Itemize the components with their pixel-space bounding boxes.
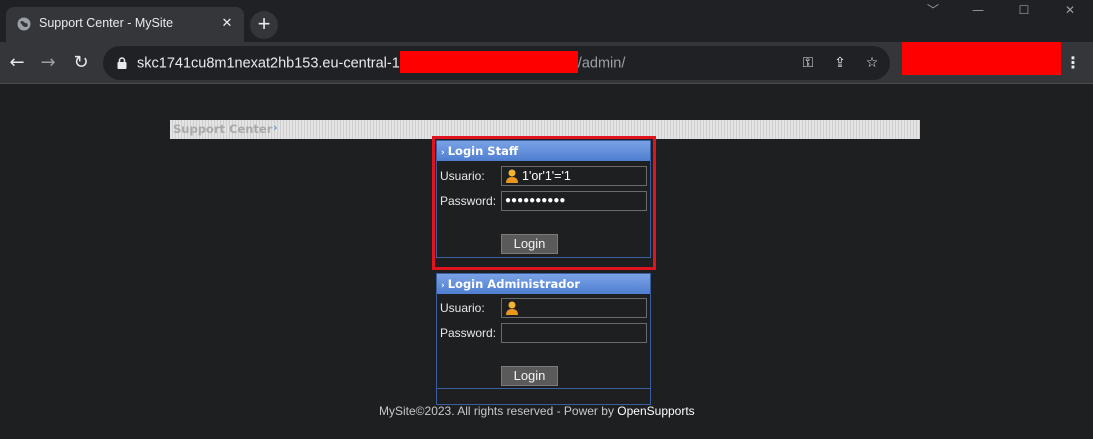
reload-icon[interactable]: ↻	[69, 51, 93, 75]
close-window-button[interactable]: ✕	[1047, 0, 1093, 22]
footer-brand-link[interactable]: OpenSupports	[617, 404, 694, 418]
header-arrow-icon: ›	[273, 121, 278, 134]
admin-login-header: › Login Administrador	[437, 274, 650, 294]
footer-text: MySite©2023. All rights reserved - Power…	[379, 404, 618, 418]
tab-strip: Support Center - MySite ✕ + ﹀ — ☐ ✕	[0, 0, 1093, 42]
profile-redaction	[902, 42, 1061, 75]
minimize-icon[interactable]: ﹀	[910, 0, 956, 22]
header-title: Support Center	[173, 122, 273, 136]
maximize-button[interactable]: ☐	[1001, 0, 1047, 22]
share-icon[interactable]: ⇪	[831, 54, 849, 72]
chevron-right-icon: ›	[441, 281, 445, 291]
url-host: skc1741cu8m1nexat2hb153.eu-central-1	[137, 55, 400, 72]
new-tab-button[interactable]: +	[250, 11, 278, 39]
lock-icon	[117, 57, 127, 69]
forward-arrow-icon[interactable]: →	[36, 51, 60, 75]
admin-login-button[interactable]: Login	[501, 366, 558, 386]
star-icon[interactable]: ☆	[863, 54, 881, 72]
admin-usuario-label: Usuario:	[440, 301, 485, 315]
address-bar[interactable]: skc1741cu8m1nexat2hb153.eu-central-1/adm…	[103, 46, 890, 80]
admin-login-panel: › Login Administrador Usuario: Password: …	[436, 273, 651, 405]
key-icon[interactable]: ⚿	[799, 54, 817, 72]
globe-icon	[17, 17, 31, 31]
admin-usuario-input[interactable]	[501, 298, 647, 318]
footer: MySite©2023. All rights reserved - Power…	[379, 404, 695, 418]
menu-kebab-icon[interactable]: ⋮	[1064, 51, 1082, 75]
minimize-button[interactable]: —	[955, 0, 1001, 22]
browser-toolbar: ← → ↻ skc1741cu8m1nexat2hb153.eu-central…	[0, 42, 1093, 84]
url-redaction	[399, 51, 578, 73]
admin-password-label: Password:	[440, 326, 497, 340]
admin-password-input[interactable]	[501, 323, 647, 343]
url-path: /admin/	[577, 55, 626, 72]
user-icon	[506, 301, 518, 315]
back-arrow-icon[interactable]: ←	[5, 51, 29, 75]
url-text: skc1741cu8m1nexat2hb153.eu-central-1/adm…	[137, 51, 626, 73]
tab-close-icon[interactable]: ✕	[218, 15, 236, 33]
page-body: Support Center › › Login Staff Usuario: 1…	[0, 85, 1093, 439]
highlight-box	[432, 136, 656, 270]
tab-title: Support Center - MySite	[39, 16, 174, 30]
admin-login-title: Login Administrador	[447, 277, 581, 291]
browser-tab[interactable]: Support Center - MySite ✕	[6, 7, 244, 42]
panel-divider	[437, 388, 650, 389]
